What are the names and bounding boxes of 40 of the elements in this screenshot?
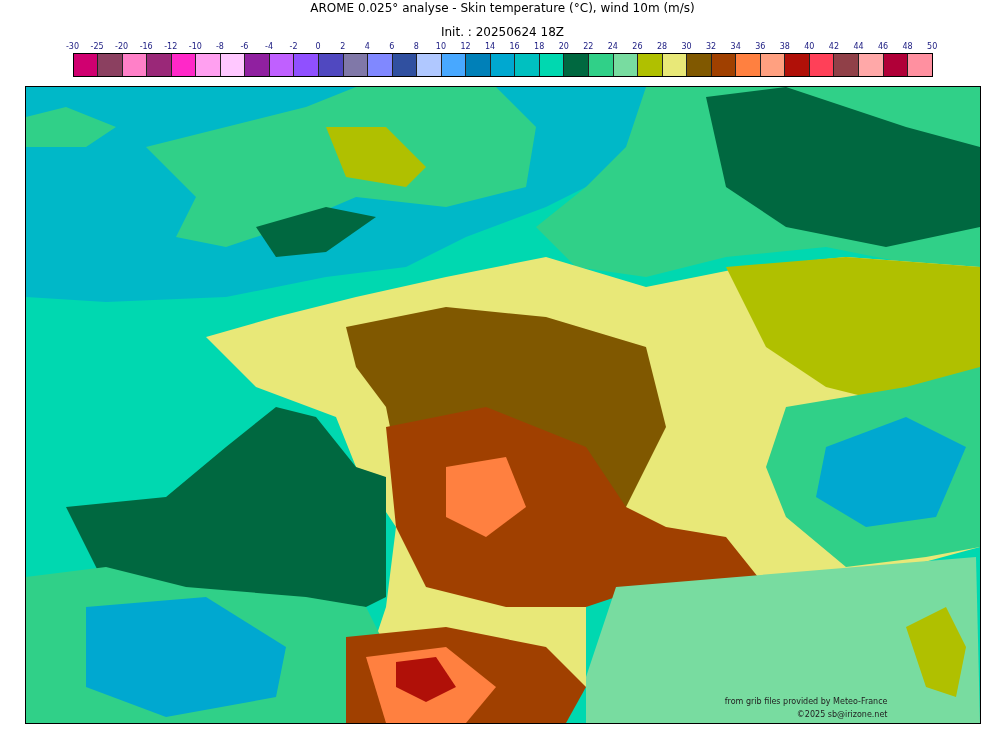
colorbar-tick-label: -10 (187, 41, 203, 52)
colorbar-tick-label: 38 (778, 41, 791, 52)
colorbar-tick-label: 12 (459, 41, 472, 52)
copyright-credit: ©2025 sb@irizone.net (796, 709, 888, 721)
colorbar-tick-label: -4 (264, 41, 274, 52)
colorbar-tick-label: 28 (655, 41, 669, 52)
colorbar-tick-label: 30 (680, 41, 693, 52)
colorbar-tick-label: 4 (363, 41, 371, 52)
colorbar-tick-label: -2 (288, 41, 299, 52)
colorbar-tick-label: 8 (412, 41, 420, 52)
colorbar-tick-label: -12 (163, 41, 179, 52)
colorbar-tick-label: 44 (852, 41, 865, 52)
colorbar-tick-label: 26 (631, 41, 644, 52)
colorbar-tick-label: -8 (214, 41, 225, 52)
colorbar-tick-label: 10 (434, 41, 448, 52)
colorbar-tick-label: 16 (508, 41, 521, 52)
colorbar-tick-label: 32 (705, 41, 718, 52)
colorbar-tick-label: 34 (729, 41, 742, 52)
colorbar-tick-label: 40 (803, 41, 816, 52)
colorbar-tick-label: 18 (533, 41, 546, 52)
colorbar-tick-label: -6 (239, 41, 250, 52)
chart-subtitle: Init. : 20250624 18Z (440, 25, 565, 39)
colorbar-tick-label: -16 (138, 41, 154, 52)
colorbar-tick-label: 36 (754, 41, 767, 52)
colorbar-tick-label: 2 (339, 41, 347, 52)
colorbar-tick-label: 50 (926, 41, 939, 52)
colorbar-tick-label: 20 (557, 41, 570, 52)
data-source-credit: from grib files provided by Meteo-France (724, 696, 888, 708)
colorbar-tick-label: 0 (314, 41, 322, 52)
colorbar-tick-label: 46 (876, 41, 890, 52)
colorbar-tick-label: 42 (827, 41, 841, 52)
colorbar-tick-label: -30 (64, 41, 81, 52)
colorbar-tick-label: 14 (483, 41, 497, 52)
colorbar-tick-label: 22 (582, 41, 595, 52)
colorbar-tick-label: -25 (89, 41, 105, 52)
chart-title: AROME 0.025° analyse - Skin temperature (°C), wind 10m (m/s) (310, 1, 695, 15)
colorbar-tick-label: 24 (606, 41, 619, 52)
colorbar-tick-label: 6 (388, 41, 396, 52)
colorbar-tick-label: -20 (114, 41, 130, 52)
colorbar-tick-label: 48 (901, 41, 914, 52)
